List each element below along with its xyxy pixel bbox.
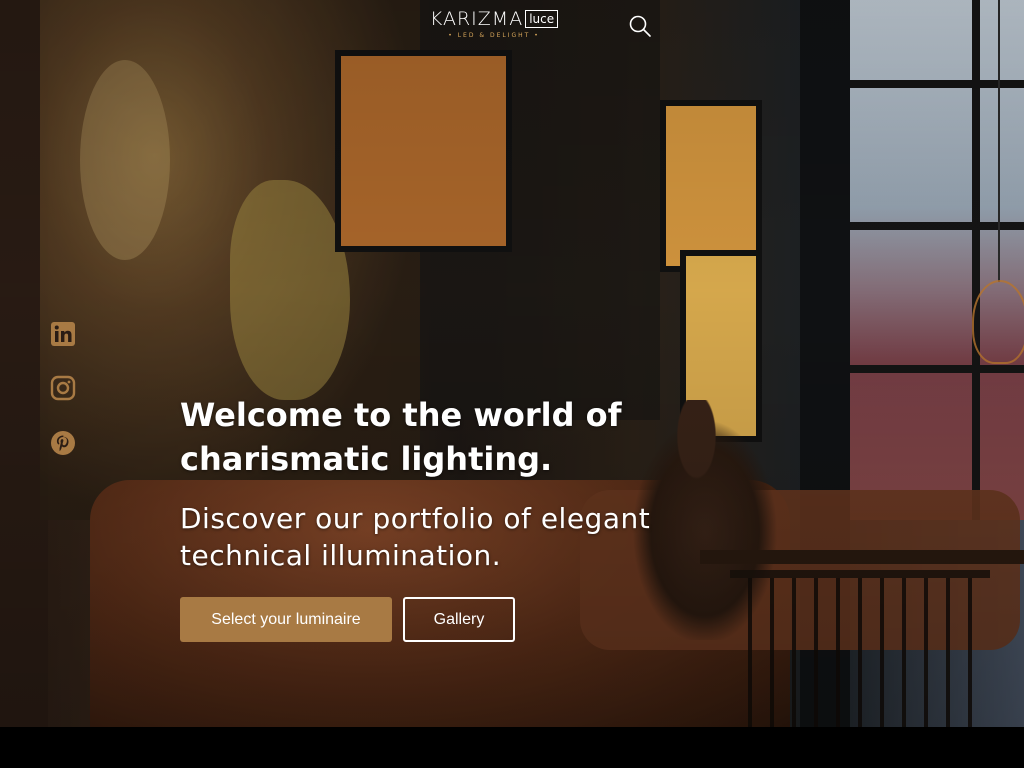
brand-badge: luce	[525, 10, 559, 28]
pinterest-link[interactable]	[50, 430, 76, 456]
hero-headline: Welcome to the world of charismatic ligh…	[180, 396, 622, 478]
instagram-icon	[50, 375, 76, 401]
linkedin-link[interactable]	[50, 321, 76, 347]
select-luminaire-button[interactable]: Select your luminaire	[180, 597, 392, 642]
gallery-button[interactable]: Gallery	[403, 597, 515, 642]
bottom-bar	[0, 727, 1024, 768]
search-icon	[629, 15, 651, 37]
pinterest-icon	[51, 431, 75, 455]
search-button[interactable]	[628, 14, 652, 38]
hero-subline: Discover our portfolio of elegant techni…	[180, 502, 651, 572]
instagram-link[interactable]	[50, 375, 76, 401]
linkedin-icon	[51, 322, 75, 346]
brand-name: KARIZMA	[429, 8, 524, 30]
brand-logo[interactable]: KARIZMA luce • LED & DELIGHT •	[424, 8, 564, 44]
brand-tagline: • LED & DELIGHT •	[448, 32, 540, 39]
